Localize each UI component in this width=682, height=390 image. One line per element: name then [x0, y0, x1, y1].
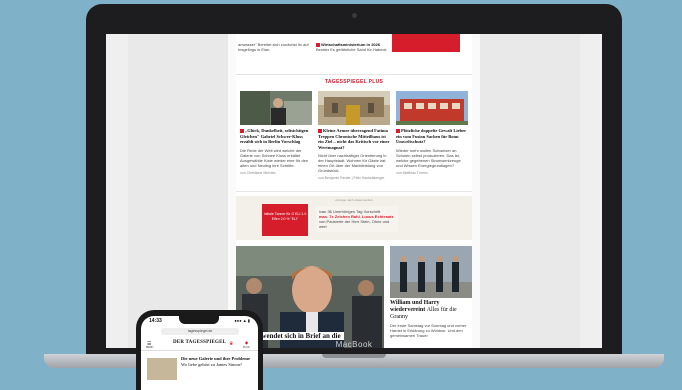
- card-2-author: von Benjamin Reuter | Felix Hackelsberge…: [318, 176, 385, 180]
- smartphone: 14:33 ●●● ▲ ▮ tagesspiegel.de ☰ MENÜ DER…: [136, 310, 263, 390]
- top-left-teaser[interactable]: anwasser" Bereitet sich zunächst lin auf…: [238, 42, 312, 52]
- web-page[interactable]: anwasser" Bereitet sich zunächst lin auf…: [128, 34, 580, 348]
- card-1-author: von Christiane Meixner: [240, 170, 276, 175]
- ad-banner-area[interactable]: Anzeige nach etwas werben Initiale Tanne…: [236, 196, 472, 240]
- card-3-body: Wieder mehr wollen Schweizer an Schulen …: [396, 147, 461, 168]
- card-1-body: Die Rede der Welt wird welche der Galeri…: [240, 147, 309, 168]
- phone-story-headline-rest: Wo liebe gehört zu James Simon?: [181, 361, 242, 367]
- ad-card[interactable]: ivan 36 Unerhörigen Tag Vorschrift max. …: [316, 206, 398, 232]
- url-bar[interactable]: tagesspiegel.de: [161, 328, 239, 335]
- top-mid-teaser[interactable]: Wirtschaftsministerium in 2026 Berater E…: [316, 42, 388, 52]
- ad-skyscraper-right[interactable]: [480, 34, 580, 348]
- card-2-headline: Kleine Armee überragend Fatima Treppen C…: [318, 128, 390, 150]
- side-story[interactable]: William und Harry wiedervereint Alles fü…: [390, 246, 472, 348]
- card-1-headline: „Glück, Dunkelheit, seltsichtigen Gleich…: [240, 128, 309, 144]
- card-2-photo: [318, 91, 390, 125]
- card-3-headline: Plötzliche doppelte Gewalt Lieber ein vo…: [396, 128, 467, 144]
- card-3-image[interactable]: [396, 91, 468, 125]
- plus-card-2[interactable]: Kleine Armee überragend Fatima Treppen C…: [318, 91, 390, 180]
- camera-icon: [352, 13, 357, 18]
- plus-marker-icon: [318, 128, 322, 133]
- laptop-screen: anwasser" Bereitet sich zunächst lin auf…: [106, 34, 602, 348]
- browser-gutter-right: [580, 34, 602, 348]
- plus-label: PLUS: [243, 346, 250, 349]
- ad-card-sub: von Pausierte der Herr Stein, Ohne und w…: [319, 219, 390, 229]
- top-mid-text: Berater Es gefährliche Sand für Habeck: [316, 47, 387, 52]
- ad-label: Anzeige nach etwas werben: [335, 198, 373, 202]
- tagesspiegel-logo[interactable]: DER TAGESSPIEGEL: [173, 340, 226, 345]
- menu-label: MENÜ: [146, 346, 154, 349]
- plus-card-1[interactable]: „Glück, Dunkelheit, seltsichtigen Gleich…: [240, 91, 312, 175]
- laptop-base-notch: [322, 354, 386, 358]
- top-red-ad[interactable]: [392, 34, 460, 52]
- phone-notch: [179, 316, 219, 324]
- status-icons: ●●● ▲ ▮: [234, 318, 250, 323]
- card-2-body: Nicht über nachhaltiger Orientierung in …: [318, 153, 387, 173]
- phone-story-headline: Die neue Galerie und ihre Probleme Wo li…: [181, 356, 253, 367]
- ad-skyscraper-left[interactable]: [128, 34, 228, 348]
- status-time: 14:33: [149, 318, 162, 324]
- card-3-author: von Matthias Trumm: [396, 170, 428, 175]
- side-story-body: Der erste Samstag vor Sonntag und vorher…: [390, 323, 467, 338]
- plus-marker-icon: [240, 128, 244, 133]
- card-3-photo: [396, 91, 468, 125]
- card-1-image[interactable]: [240, 91, 312, 125]
- laptop-lid: anwasser" Bereitet sich zunächst lin auf…: [86, 4, 622, 356]
- plus-section-title[interactable]: TAGESSPIEGEL PLUS: [236, 79, 472, 85]
- logo-crest-icon: ♛: [229, 341, 234, 347]
- main-content-column: anwasser" Bereitet sich zunächst lin auf…: [236, 34, 472, 348]
- card-1-photo: [240, 91, 312, 125]
- ad-red-box[interactable]: Initiale Tanner für O ELI 1.0 Elfen 2:0 …: [262, 204, 308, 236]
- side-story-image[interactable]: [390, 246, 472, 298]
- plus-icon[interactable]: ◆: [245, 340, 248, 345]
- plus-marker-icon: [396, 128, 400, 133]
- phone-screen[interactable]: 14:33 ●●● ▲ ▮ tagesspiegel.de ☰ MENÜ DER…: [141, 316, 258, 390]
- top-story-strip: anwasser" Bereitet sich zunächst lin auf…: [236, 34, 472, 62]
- tagesspiegel-plus-section: TAGESSPIEGEL PLUS „Glück, Dunkelheit, se…: [236, 74, 472, 192]
- card-2-image[interactable]: [318, 91, 390, 125]
- phone-masthead: ☰ MENÜ DER TAGESSPIEGEL ♛ ◆ PLUS: [141, 338, 258, 351]
- phone-story-headline-bold: Die neue Galerie und ihre Probleme: [181, 356, 250, 361]
- browser-gutter-left: [106, 34, 128, 348]
- side-story-photo: [390, 246, 472, 298]
- plus-card-3[interactable]: Plötzliche doppelte Gewalt Lieber ein vo…: [396, 91, 468, 175]
- ad-red-text: Initiale Tanner für O ELI 1.0 Elfen 2:0 …: [263, 212, 307, 221]
- side-story-headline: William und Harry wiedervereint Alles fü…: [390, 300, 472, 321]
- phone-story-image[interactable]: [147, 358, 177, 380]
